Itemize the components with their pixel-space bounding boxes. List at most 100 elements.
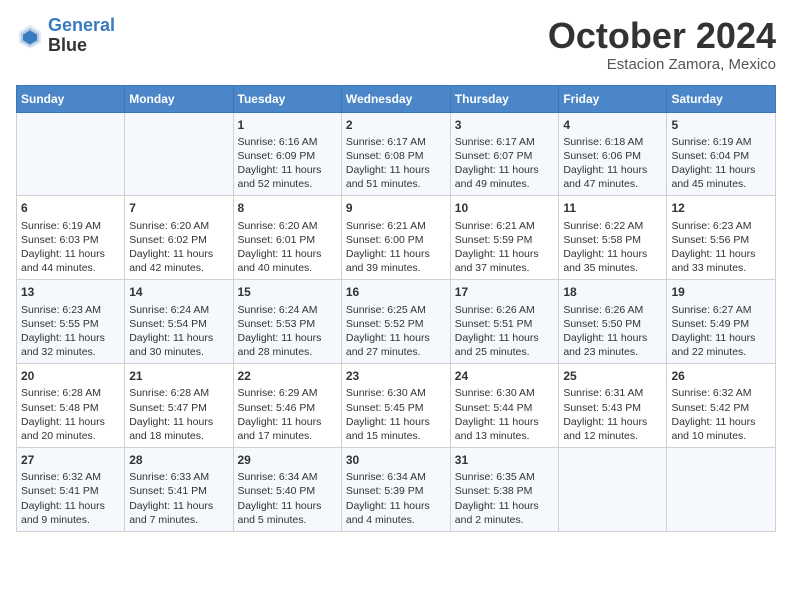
calendar-cell: 12Sunrise: 6:23 AM Sunset: 5:56 PM Dayli… (667, 196, 776, 280)
cell-info: Sunrise: 6:17 AM Sunset: 6:07 PM Dayligh… (455, 135, 555, 192)
col-header-sunday: Sunday (17, 85, 125, 112)
calendar-cell: 20 Sunrise: 6:28 AM Sunset: 5:48 PM Dayli… (17, 364, 125, 448)
calendar-cell: 7 Sunrise: 6:20 AM Sunset: 6:02 PM Daylig… (125, 196, 233, 280)
day-number: 16 (346, 284, 446, 300)
calendar-cell: 3 Sunrise: 6:17 AM Sunset: 6:07 PM Daylig… (450, 112, 559, 196)
week-row-5: 27Sunrise: 6:32 AM Sunset: 5:41 PM Dayli… (17, 448, 776, 532)
day-number: 10 (455, 200, 555, 216)
day-number: 20 (21, 368, 120, 384)
day-number: 1 (238, 117, 337, 133)
cell-info: Sunrise: 6:35 AM Sunset: 5:38 PM Dayligh… (455, 470, 555, 527)
location-subtitle: Estacion Zamora, Mexico (548, 56, 776, 73)
day-number: 3 (455, 117, 555, 133)
week-row-3: 13 Sunrise: 6:23 AM Sunset: 5:55 PM Dayli… (17, 280, 776, 364)
week-row-4: 20 Sunrise: 6:28 AM Sunset: 5:48 PM Dayli… (17, 364, 776, 448)
cell-info: Sunrise: 6:26 AM Sunset: 5:51 PM Dayligh… (455, 303, 555, 360)
calendar-cell: 23 Sunrise: 6:30 AM Sunset: 5:45 PM Dayli… (341, 364, 450, 448)
calendar-cell: 5 Sunrise: 6:19 AM Sunset: 6:04 PM Daylig… (667, 112, 776, 196)
cell-info: Sunrise: 6:33 AM Sunset: 5:41 PM Dayligh… (129, 470, 228, 527)
cell-info: Sunrise: 6:30 AM Sunset: 5:44 PM Dayligh… (455, 386, 555, 443)
day-number: 5 (671, 117, 771, 133)
col-header-thursday: Thursday (450, 85, 559, 112)
calendar-cell: 27Sunrise: 6:32 AM Sunset: 5:41 PM Dayli… (17, 448, 125, 532)
day-number: 18 (563, 284, 662, 300)
cell-info: Sunrise: 6:24 AM Sunset: 5:53 PM Dayligh… (238, 303, 337, 360)
cell-info: Sunrise: 6:17 AM Sunset: 6:08 PM Dayligh… (346, 135, 446, 192)
calendar-cell: 31Sunrise: 6:35 AM Sunset: 5:38 PM Dayli… (450, 448, 559, 532)
calendar-cell: 18 Sunrise: 6:26 AM Sunset: 5:50 PM Dayli… (559, 280, 667, 364)
day-number: 7 (129, 200, 228, 216)
day-number: 11 (563, 200, 662, 216)
col-header-tuesday: Tuesday (233, 85, 341, 112)
day-number: 13 (21, 284, 120, 300)
day-number: 25 (563, 368, 662, 384)
col-header-monday: Monday (125, 85, 233, 112)
calendar-cell: 4Sunrise: 6:18 AM Sunset: 6:06 PM Daylig… (559, 112, 667, 196)
cell-info: Sunrise: 6:27 AM Sunset: 5:49 PM Dayligh… (671, 303, 771, 360)
logo-text: General Blue (48, 16, 115, 56)
calendar-cell: 8Sunrise: 6:20 AM Sunset: 6:01 PM Daylig… (233, 196, 341, 280)
cell-info: Sunrise: 6:23 AM Sunset: 5:56 PM Dayligh… (671, 219, 771, 276)
day-number: 17 (455, 284, 555, 300)
cell-info: Sunrise: 6:22 AM Sunset: 5:58 PM Dayligh… (563, 219, 662, 276)
calendar-cell: 19 Sunrise: 6:27 AM Sunset: 5:49 PM Dayli… (667, 280, 776, 364)
cell-info: Sunrise: 6:26 AM Sunset: 5:50 PM Dayligh… (563, 303, 662, 360)
col-header-saturday: Saturday (667, 85, 776, 112)
col-header-friday: Friday (559, 85, 667, 112)
cell-info: Sunrise: 6:24 AM Sunset: 5:54 PM Dayligh… (129, 303, 228, 360)
cell-info: Sunrise: 6:32 AM Sunset: 5:42 PM Dayligh… (671, 386, 771, 443)
cell-info: Sunrise: 6:16 AM Sunset: 6:09 PM Dayligh… (238, 135, 337, 192)
calendar-cell (125, 112, 233, 196)
day-number: 30 (346, 452, 446, 468)
calendar-cell: 25Sunrise: 6:31 AM Sunset: 5:43 PM Dayli… (559, 364, 667, 448)
calendar-table: SundayMondayTuesdayWednesdayThursdayFrid… (16, 85, 776, 532)
calendar-header-row: SundayMondayTuesdayWednesdayThursdayFrid… (17, 85, 776, 112)
day-number: 26 (671, 368, 771, 384)
calendar-cell: 14 Sunrise: 6:24 AM Sunset: 5:54 PM Dayli… (125, 280, 233, 364)
cell-info: Sunrise: 6:25 AM Sunset: 5:52 PM Dayligh… (346, 303, 446, 360)
calendar-cell: 11 Sunrise: 6:22 AM Sunset: 5:58 PM Dayli… (559, 196, 667, 280)
calendar-cell: 9 Sunrise: 6:21 AM Sunset: 6:00 PM Daylig… (341, 196, 450, 280)
week-row-2: 6Sunrise: 6:19 AM Sunset: 6:03 PM Daylig… (17, 196, 776, 280)
day-number: 6 (21, 200, 120, 216)
calendar-cell: 28 Sunrise: 6:33 AM Sunset: 5:41 PM Dayli… (125, 448, 233, 532)
cell-info: Sunrise: 6:20 AM Sunset: 6:02 PM Dayligh… (129, 219, 228, 276)
title-block: October 2024 Estacion Zamora, Mexico (548, 16, 776, 73)
calendar-cell: 29 Sunrise: 6:34 AM Sunset: 5:40 PM Dayli… (233, 448, 341, 532)
day-number: 19 (671, 284, 771, 300)
day-number: 14 (129, 284, 228, 300)
cell-info: Sunrise: 6:29 AM Sunset: 5:46 PM Dayligh… (238, 386, 337, 443)
calendar-cell (559, 448, 667, 532)
page-header: General Blue October 2024 Estacion Zamor… (16, 16, 776, 73)
cell-info: Sunrise: 6:23 AM Sunset: 5:55 PM Dayligh… (21, 303, 120, 360)
day-number: 2 (346, 117, 446, 133)
cell-info: Sunrise: 6:30 AM Sunset: 5:45 PM Dayligh… (346, 386, 446, 443)
day-number: 24 (455, 368, 555, 384)
month-title: October 2024 (548, 16, 776, 56)
day-number: 27 (21, 452, 120, 468)
day-number: 21 (129, 368, 228, 384)
day-number: 8 (238, 200, 337, 216)
calendar-cell: 6Sunrise: 6:19 AM Sunset: 6:03 PM Daylig… (17, 196, 125, 280)
logo-icon (16, 22, 44, 50)
day-number: 15 (238, 284, 337, 300)
cell-info: Sunrise: 6:34 AM Sunset: 5:40 PM Dayligh… (238, 470, 337, 527)
calendar-cell: 17 Sunrise: 6:26 AM Sunset: 5:51 PM Dayli… (450, 280, 559, 364)
cell-info: Sunrise: 6:34 AM Sunset: 5:39 PM Dayligh… (346, 470, 446, 527)
cell-info: Sunrise: 6:28 AM Sunset: 5:47 PM Dayligh… (129, 386, 228, 443)
day-number: 29 (238, 452, 337, 468)
calendar-cell: 2 Sunrise: 6:17 AM Sunset: 6:08 PM Daylig… (341, 112, 450, 196)
week-row-1: 1 Sunrise: 6:16 AM Sunset: 6:09 PM Daylig… (17, 112, 776, 196)
day-number: 9 (346, 200, 446, 216)
cell-info: Sunrise: 6:21 AM Sunset: 6:00 PM Dayligh… (346, 219, 446, 276)
cell-info: Sunrise: 6:28 AM Sunset: 5:48 PM Dayligh… (21, 386, 120, 443)
cell-info: Sunrise: 6:19 AM Sunset: 6:04 PM Dayligh… (671, 135, 771, 192)
calendar-cell: 30 Sunrise: 6:34 AM Sunset: 5:39 PM Dayli… (341, 448, 450, 532)
calendar-cell: 22Sunrise: 6:29 AM Sunset: 5:46 PM Dayli… (233, 364, 341, 448)
calendar-cell: 21 Sunrise: 6:28 AM Sunset: 5:47 PM Dayli… (125, 364, 233, 448)
day-number: 23 (346, 368, 446, 384)
day-number: 28 (129, 452, 228, 468)
calendar-cell: 24 Sunrise: 6:30 AM Sunset: 5:44 PM Dayli… (450, 364, 559, 448)
calendar-cell: 15 Sunrise: 6:24 AM Sunset: 5:53 PM Dayli… (233, 280, 341, 364)
calendar-cell: 13 Sunrise: 6:23 AM Sunset: 5:55 PM Dayli… (17, 280, 125, 364)
